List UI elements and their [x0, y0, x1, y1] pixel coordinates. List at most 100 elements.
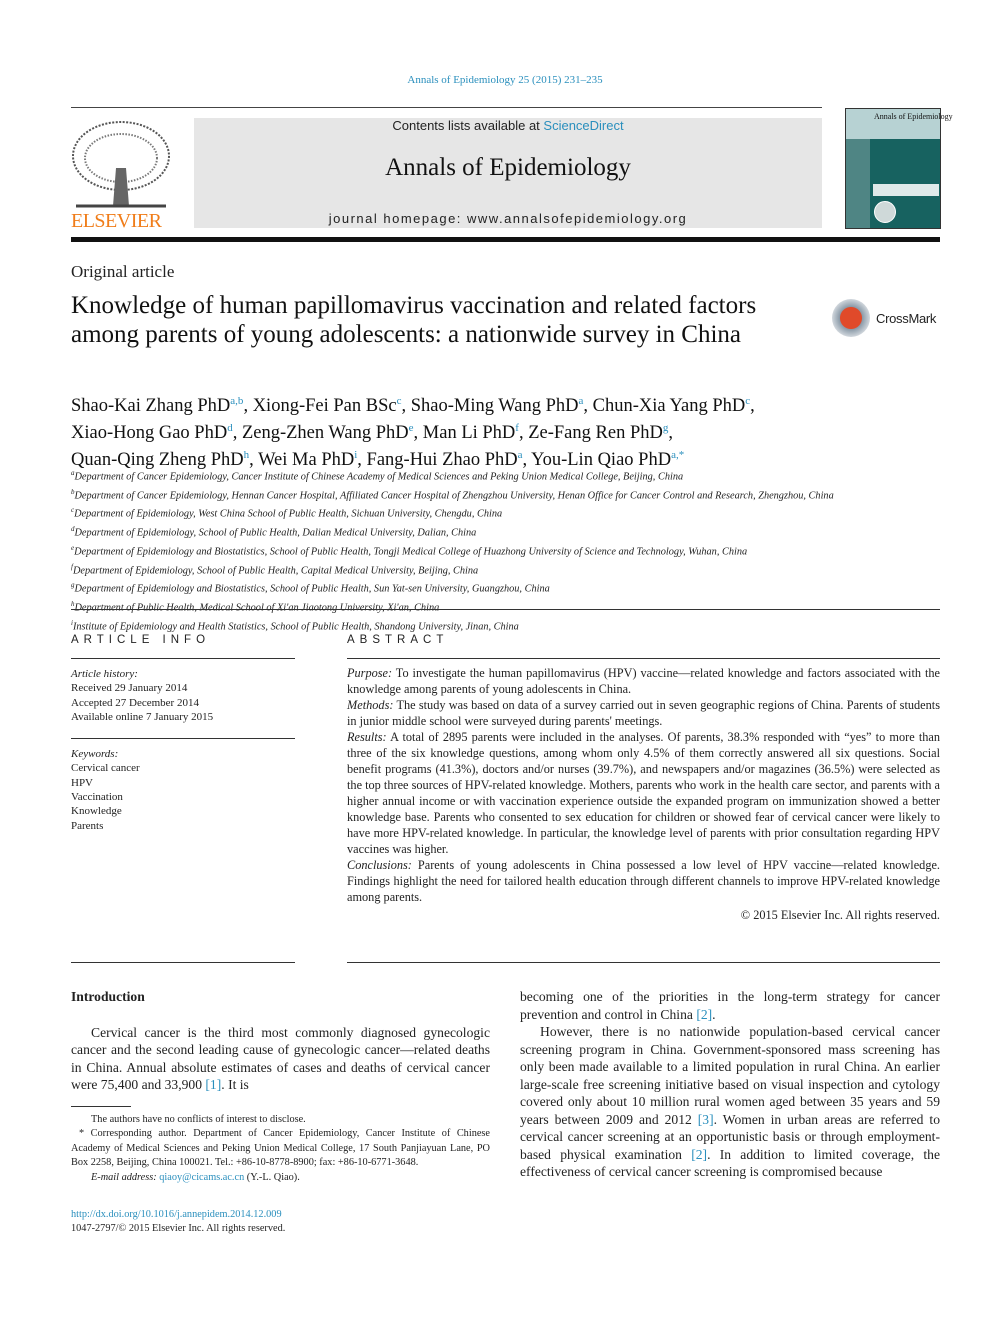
- author-affiliation-marker[interactable]: a,b: [230, 395, 243, 407]
- affiliation: hDepartment of Public Health, Medical Sc…: [71, 597, 951, 616]
- author-name: Shao-Kai Zhang PhD: [71, 396, 231, 417]
- sciencedirect-link[interactable]: ScienceDirect: [543, 118, 623, 133]
- author-affiliation-marker[interactable]: g: [663, 422, 669, 434]
- author-affiliation-marker[interactable]: h: [244, 449, 250, 461]
- journal-homepage[interactable]: journal homepage: www.annalsofepidemiolo…: [194, 211, 822, 226]
- body-column-right: becoming one of the priorities in the lo…: [520, 988, 940, 1181]
- author-affiliation-marker[interactable]: a: [578, 395, 583, 407]
- keyword: Cervical cancer: [71, 762, 140, 775]
- body-column-left: Introduction Cervical cancer is the thir…: [71, 988, 490, 1094]
- paragraph: However, there is no nationwide populati…: [520, 1023, 940, 1181]
- affiliation: eDepartment of Epidemiology and Biostati…: [71, 541, 951, 560]
- history-item: Accepted 27 December 2014: [71, 696, 199, 709]
- author: Xiao-Hong Gao PhDd: [71, 422, 233, 444]
- author: Ze-Fang Ren PhDg: [528, 422, 669, 444]
- email-suffix: (Y.-L. Qiao).: [244, 1171, 300, 1183]
- affiliation-text: Department of Epidemiology and Biostatis…: [74, 583, 550, 595]
- crossmark-label: CrossMark: [876, 310, 937, 326]
- paper-page: Annals of Epidemiology 25 (2015) 231–235…: [0, 0, 990, 1320]
- author: Xiong-Fei Pan BScc: [252, 395, 402, 417]
- abstract-section: Purpose: To investigate the human papill…: [347, 665, 940, 697]
- abstract-section-label: Results:: [347, 730, 387, 744]
- divider: [71, 609, 940, 610]
- keyword: Vaccination: [71, 791, 123, 804]
- abstract-section-label: Conclusions:: [347, 858, 412, 872]
- abstract-section: Results: A total of 2895 parents were in…: [347, 729, 940, 857]
- abstract-heading: ABSTRACT: [347, 634, 449, 646]
- author-affiliation-marker[interactable]: a,*: [671, 449, 684, 461]
- author-affiliation-marker[interactable]: d: [227, 422, 233, 434]
- affiliation-text: Department of Cancer Epidemiology, Cance…: [74, 471, 684, 483]
- author-affiliation-marker[interactable]: c: [397, 395, 402, 407]
- author: Chun-Xia Yang PhDc: [592, 395, 751, 417]
- email-link[interactable]: qiaoy@cicams.ac.cn: [159, 1172, 244, 1183]
- paragraph: Cervical cancer is the third most common…: [71, 1024, 490, 1094]
- author-affiliation-marker[interactable]: i: [354, 449, 357, 461]
- citation-link[interactable]: [3]: [698, 1112, 714, 1127]
- affiliation: gDepartment of Epidemiology and Biostati…: [71, 578, 951, 597]
- paragraph: becoming one of the priorities in the lo…: [520, 988, 940, 1023]
- keywords-label: Keywords:: [71, 748, 119, 761]
- doi-link[interactable]: http://dx.doi.org/10.1016/j.annepidem.20…: [71, 1209, 282, 1220]
- citation-link[interactable]: [2]: [696, 1007, 712, 1022]
- footnotes: The authors have no conflicts of interes…: [71, 1106, 490, 1185]
- author: Man Li PhDf: [422, 422, 519, 444]
- journal-banner: Contents lists available at ScienceDirec…: [194, 118, 822, 228]
- issn-line: 1047-2797/© 2015 Elsevier Inc. All right…: [71, 1223, 286, 1235]
- author: Zeng-Zhen Wang PhDe: [241, 422, 414, 444]
- affiliation: aDepartment of Cancer Epidemiology, Canc…: [71, 466, 951, 485]
- seal-icon: [874, 201, 896, 223]
- divider: [71, 962, 295, 963]
- text-run: .: [712, 1006, 716, 1022]
- author-affiliation-marker[interactable]: a: [518, 449, 523, 461]
- author-name: Man Li PhD: [422, 423, 516, 444]
- affiliation: cDepartment of Epidemiology, West China …: [71, 503, 951, 522]
- keyword: Parents: [71, 819, 104, 832]
- conflict-note: The authors have no conflicts of interes…: [91, 1114, 306, 1125]
- article-type: Original article: [71, 262, 175, 281]
- abstract-section: Conclusions: Parents of young adolescent…: [347, 857, 940, 905]
- abstract-section-label: Purpose:: [347, 666, 393, 680]
- author-affiliation-marker[interactable]: f: [515, 422, 519, 434]
- author: Shao-Ming Wang PhDa: [411, 395, 584, 416]
- text-run: becoming one of the priorities in the lo…: [520, 989, 940, 1022]
- corresponding-author-note: * Corresponding author. Department of Ca…: [71, 1128, 490, 1169]
- author-name: Xiong-Fei Pan BSc: [252, 396, 397, 417]
- journal-citation-link[interactable]: Annals of Epidemiology 25 (2015) 231–235: [0, 74, 990, 86]
- affiliation: fDepartment of Epidemiology, School of P…: [71, 560, 951, 579]
- article-info-heading: ARTICLE INFO: [71, 634, 211, 646]
- author-affiliation-marker[interactable]: e: [409, 422, 414, 434]
- abstract-section-text: The study was based on data of a survey …: [347, 698, 940, 728]
- affiliation-text: Institute of Epidemiology and Health Sta…: [72, 621, 519, 633]
- abstract-section-text: A total of 2895 parents were included in…: [347, 730, 940, 856]
- history-item: Available online 7 January 2015: [71, 710, 214, 723]
- author-list: Shao-Kai Zhang PhDa,b, Xiong-Fei Pan BSc…: [71, 395, 755, 471]
- affiliation: bDepartment of Cancer Epidemiology, Henn…: [71, 485, 951, 504]
- cover-title: Annals of Epidemiology: [874, 112, 953, 121]
- abstract: ABSTRACT Purpose: To investigate the hum…: [347, 634, 940, 923]
- citation-link[interactable]: [1]: [205, 1077, 221, 1092]
- abstract-section-text: Parents of young adolescents in China po…: [347, 858, 940, 904]
- article-info: ARTICLE INFO Article history: Received 2…: [71, 634, 295, 833]
- keyword: HPV: [71, 776, 94, 789]
- section-heading-introduction: Introduction: [71, 989, 145, 1004]
- crossmark-button[interactable]: CrossMark: [832, 299, 936, 337]
- author-name: Chun-Xia Yang PhD: [592, 396, 746, 417]
- affiliation: dDepartment of Epidemiology, School of P…: [71, 522, 951, 541]
- text-run: Cervical cancer is the third most common…: [71, 1024, 490, 1093]
- author-name: Xiao-Hong Gao PhD: [71, 423, 228, 444]
- divider: [71, 237, 940, 242]
- citation-link[interactable]: [2]: [691, 1147, 707, 1162]
- author-name: Zeng-Zhen Wang PhD: [241, 423, 409, 444]
- keyword: Knowledge: [71, 805, 122, 818]
- author-name: Ze-Fang Ren PhD: [528, 423, 663, 444]
- journal-name: Annals of Epidemiology: [385, 154, 631, 181]
- article-title: Knowledge of human papillomavirus vaccin…: [71, 292, 757, 348]
- divider: [71, 107, 822, 108]
- author-affiliation-marker[interactable]: c: [745, 395, 750, 407]
- affiliation-text: Department of Cancer Epidemiology, Henna…: [74, 490, 834, 502]
- author: Shao-Kai Zhang PhDa,b: [71, 395, 243, 417]
- doi-block: http://dx.doi.org/10.1016/j.annepidem.20…: [71, 1208, 285, 1237]
- history-label: Article history:: [71, 668, 138, 680]
- contents-line: Contents lists available at ScienceDirec…: [194, 118, 822, 133]
